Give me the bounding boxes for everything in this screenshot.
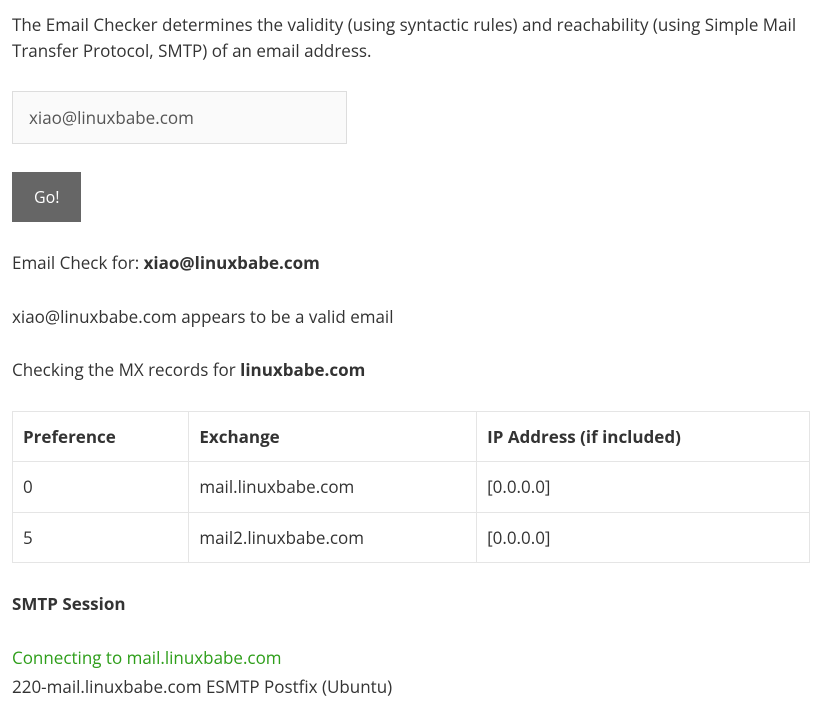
cell-ip: [0.0.0.0] (477, 462, 810, 513)
email-input[interactable] (12, 91, 347, 144)
smtp-connecting-line: Connecting to mail.linuxbabe.com (12, 645, 810, 671)
header-ip: IP Address (if included) (477, 411, 810, 462)
check-for-line: Email Check for: xiao@linuxbabe.com (12, 250, 810, 276)
description-text: The Email Checker determines the validit… (12, 12, 810, 63)
cell-preference: 0 (13, 462, 189, 513)
mx-domain: linuxbabe.com (240, 358, 365, 381)
table-row: 0 mail.linuxbabe.com [0.0.0.0] (13, 462, 810, 513)
cell-preference: 5 (13, 512, 189, 563)
mx-prefix: Checking the MX records for (12, 358, 240, 381)
table-header-row: Preference Exchange IP Address (if inclu… (13, 411, 810, 462)
smtp-response-line: 220-mail.linuxbabe.com ESMTP Postfix (Ub… (12, 674, 810, 700)
check-for-prefix: Email Check for: (12, 251, 144, 274)
cell-ip: [0.0.0.0] (477, 512, 810, 563)
table-row: 5 mail2.linuxbabe.com [0.0.0.0] (13, 512, 810, 563)
cell-exchange: mail.linuxbabe.com (189, 462, 477, 513)
mx-records-table: Preference Exchange IP Address (if inclu… (12, 411, 810, 564)
header-preference: Preference (13, 411, 189, 462)
go-button[interactable]: Go! (12, 172, 81, 222)
valid-message: xiao@linuxbabe.com appears to be a valid… (12, 304, 810, 330)
check-for-email: xiao@linuxbabe.com (144, 251, 320, 274)
smtp-session-heading: SMTP Session (12, 591, 810, 617)
cell-exchange: mail2.linuxbabe.com (189, 512, 477, 563)
header-exchange: Exchange (189, 411, 477, 462)
mx-check-line: Checking the MX records for linuxbabe.co… (12, 357, 810, 383)
